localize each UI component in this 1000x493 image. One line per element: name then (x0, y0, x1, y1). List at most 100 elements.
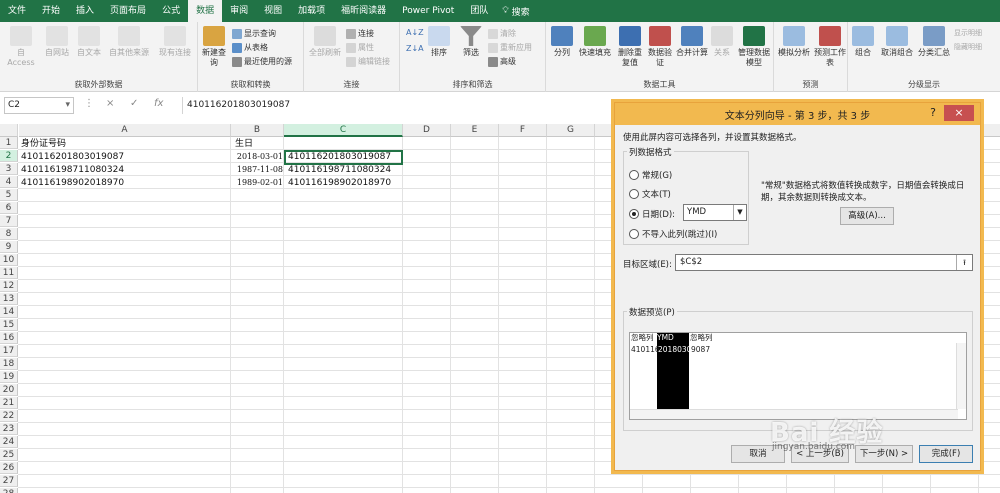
subtotal-button[interactable]: 分类汇总 (916, 26, 952, 58)
sort-button[interactable]: 排序 (426, 26, 452, 58)
row-header-20[interactable]: 20 (0, 384, 18, 396)
text-to-columns-button[interactable]: 分列 (548, 26, 576, 58)
tab-page-layout[interactable]: 页面布局 (102, 0, 154, 22)
recent-sources-button[interactable]: 最近使用的源 (232, 56, 292, 67)
row-header-13[interactable]: 13 (0, 293, 18, 305)
row-header-7[interactable]: 7 (0, 215, 18, 227)
tab-power-pivot[interactable]: Power Pivot (394, 0, 462, 22)
manage-data-model-button[interactable]: 管理数据模型 (736, 26, 772, 68)
preview-header-1[interactable]: 忽略列 (631, 333, 657, 343)
advanced-filter-button[interactable]: 高级 (488, 56, 516, 67)
row-header-3[interactable]: 3 (0, 163, 18, 175)
tab-file[interactable]: 文件 (0, 0, 34, 22)
data-validation-button[interactable]: 数据验证 (646, 26, 674, 68)
show-detail-button[interactable]: 显示明细 (954, 28, 982, 38)
column-header-b[interactable]: B (231, 124, 284, 137)
row-header-6[interactable]: 6 (0, 202, 18, 214)
filter-button[interactable]: 筛选 (458, 26, 484, 58)
radio-skip-column[interactable]: 不导入此列(跳过)(I) (629, 228, 717, 240)
column-header-f[interactable]: F (499, 124, 547, 137)
row-header-21[interactable]: 21 (0, 397, 18, 409)
tab-formulas[interactable]: 公式 (154, 0, 188, 22)
radio-general[interactable]: 常规(G) (629, 169, 672, 181)
help-icon[interactable]: ? (930, 106, 936, 119)
ungroup-button[interactable]: 取消组合 (878, 26, 916, 58)
row-header-16[interactable]: 16 (0, 332, 18, 344)
show-query-button[interactable]: 显示查询 (232, 28, 276, 39)
tab-insert[interactable]: 插入 (68, 0, 102, 22)
group-button[interactable]: 组合 (850, 26, 876, 58)
tell-me-search[interactable]: 💡︎ 搜索 (496, 5, 529, 18)
row-header-9[interactable]: 9 (0, 241, 18, 253)
row-header-5[interactable]: 5 (0, 189, 18, 201)
row-header-10[interactable]: 10 (0, 254, 18, 266)
tab-home[interactable]: 开始 (34, 0, 68, 22)
row-header-15[interactable]: 15 (0, 319, 18, 331)
from-access-button[interactable]: 自 Access (4, 26, 38, 68)
sort-za-icon[interactable]: Z↓A (406, 44, 424, 53)
row-header-8[interactable]: 8 (0, 228, 18, 240)
enter-entry-icon[interactable]: ✓ (130, 98, 138, 109)
collapse-dialog-icon[interactable]: ⭱︎ (956, 255, 972, 270)
cancel-entry-icon[interactable]: × (106, 98, 114, 109)
row-header-11[interactable]: 11 (0, 267, 18, 279)
consolidate-button[interactable]: 合并计算 (674, 26, 710, 58)
insert-function-icon[interactable]: fx (154, 98, 163, 109)
radio-text[interactable]: 文本(T) (629, 188, 671, 200)
sort-az-icon[interactable]: A↓Z (406, 28, 424, 37)
row-header-14[interactable]: 14 (0, 306, 18, 318)
data-preview-box[interactable]: 忽略列 YMD 忽略列 410116 20180301 9087 (629, 332, 967, 420)
row-header-2[interactable]: 2 (0, 150, 18, 162)
tab-view[interactable]: 视图 (256, 0, 290, 22)
from-other-sources-button[interactable]: 自其他来源 (106, 26, 152, 58)
cell-a3[interactable]: 410116198711080324 (19, 164, 231, 176)
column-header-e[interactable]: E (451, 124, 499, 137)
clear-button[interactable]: 清除 (488, 28, 516, 39)
hide-detail-button[interactable]: 隐藏明细 (954, 42, 982, 52)
row-header-26[interactable]: 26 (0, 462, 18, 474)
tab-data[interactable]: 数据 (188, 0, 223, 22)
tab-addins[interactable]: 加载项 (290, 0, 333, 22)
refresh-all-button[interactable]: 全部刷新 (306, 26, 344, 58)
what-if-analysis-button[interactable]: 模拟分析 (776, 26, 812, 58)
properties-button[interactable]: 属性 (346, 42, 374, 53)
dialog-titlebar[interactable]: 文本分列向导 - 第 3 步，共 3 步 ? × (615, 103, 980, 125)
reapply-button[interactable]: 重新应用 (488, 42, 532, 53)
row-header-19[interactable]: 19 (0, 371, 18, 383)
cell-b4[interactable]: 1989-02-01 (233, 177, 285, 189)
close-icon[interactable]: × (944, 105, 974, 121)
tab-team[interactable]: 团队 (462, 0, 496, 22)
from-table-button[interactable]: 从表格 (232, 42, 268, 53)
from-text-button[interactable]: 自文本 (74, 26, 104, 58)
new-query-button[interactable]: 新建查询 (200, 26, 228, 68)
remove-duplicates-button[interactable]: 删除重复值 (616, 26, 644, 68)
preview-header-3[interactable]: 忽略列 (690, 333, 730, 343)
row-header-28[interactable]: 28 (0, 488, 18, 493)
cell-a2[interactable]: 410116201803019087 (19, 151, 231, 163)
preview-header-2[interactable]: YMD (657, 333, 689, 343)
finish-button[interactable]: 完成(F) (919, 445, 973, 463)
existing-connections-button[interactable]: 现有连接 (156, 26, 194, 58)
destination-input[interactable]: $C$2 ⭱︎ (675, 254, 973, 271)
cell-a1[interactable]: 身份证号码 (19, 138, 231, 150)
row-header-1[interactable]: 1 (0, 137, 18, 149)
select-all-corner[interactable] (0, 124, 18, 137)
row-header-22[interactable]: 22 (0, 410, 18, 422)
column-header-g[interactable]: G (547, 124, 595, 137)
row-header-24[interactable]: 24 (0, 436, 18, 448)
row-header-12[interactable]: 12 (0, 280, 18, 292)
edit-links-button[interactable]: 编辑链接 (346, 56, 390, 67)
preview-vertical-scrollbar[interactable] (956, 343, 966, 409)
radio-date[interactable]: 日期(D): (629, 208, 675, 220)
tab-review[interactable]: 审阅 (222, 0, 256, 22)
connections-button[interactable]: 连接 (346, 28, 374, 39)
row-header-25[interactable]: 25 (0, 449, 18, 461)
date-format-select[interactable]: YMD ▼ (683, 204, 747, 221)
cell-c4[interactable]: 410116198902018970 (286, 177, 402, 189)
cell-b2[interactable]: 2018-03-01 (233, 151, 285, 163)
cell-b3[interactable]: 1987-11-08 (233, 164, 285, 176)
row-header-27[interactable]: 27 (0, 475, 18, 487)
flash-fill-button[interactable]: 快速填充 (576, 26, 614, 58)
forecast-sheet-button[interactable]: 预测工作表 (814, 26, 846, 68)
column-header-c[interactable]: C (284, 124, 403, 137)
